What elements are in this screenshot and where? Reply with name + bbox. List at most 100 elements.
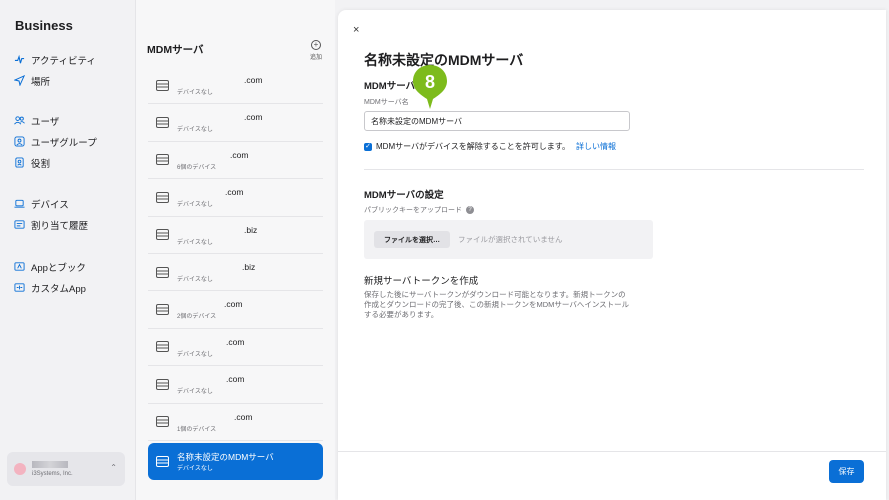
server-icon [156, 304, 169, 316]
server-icon [156, 341, 169, 353]
app-book-icon [14, 261, 25, 272]
list-item[interactable]: .com デバイスなし [148, 104, 323, 142]
list-item[interactable]: .biz デバイスなし [148, 217, 323, 254]
section-settings-title: MDMサーバの設定 [364, 190, 444, 201]
server-device-count: デバイスなし [177, 276, 213, 283]
server-icon [156, 229, 169, 241]
server-device-count: 2個のデバイス [177, 314, 217, 321]
list-item[interactable]: .com 2個のデバイス [148, 291, 323, 329]
server-name: .com [225, 187, 244, 198]
list-item[interactable]: .biz デバイスなし [148, 254, 323, 292]
users-icon [14, 115, 25, 126]
list-item[interactable]: .com 1個のデバイス [148, 404, 323, 441]
role-badge-icon [14, 157, 25, 168]
server-icon [156, 416, 169, 428]
list-item[interactable]: .com デバイスなし [148, 67, 323, 105]
token-title: 新規サーバトークンを作成 [364, 276, 479, 287]
server-device-count: デバイスなし [177, 389, 213, 396]
sidebar-item-label: デバイス [31, 199, 69, 211]
step-marker: 8 [413, 65, 447, 109]
sidebar-item-label: 役割 [31, 158, 51, 170]
server-name: .biz [244, 224, 258, 235]
chevron-updown-icon: ⌃ [110, 463, 117, 472]
sidebar-item-activity[interactable]: アクティビティ [14, 49, 96, 70]
sidebar-item-custom-apps[interactable]: カスタムApp [14, 277, 86, 298]
token-description: 保存した後にサーバトークンがダウンロード可能となります。新規トークンの作成とダウ… [364, 290, 630, 319]
laptop-icon [14, 198, 25, 209]
custom-app-icon [14, 282, 25, 293]
server-icon [156, 79, 169, 91]
sidebar-item-apps-books[interactable]: Appとブック [14, 256, 86, 277]
location-arrow-icon [14, 75, 25, 86]
sidebar-item-label: 場所 [31, 76, 51, 88]
server-icon [156, 455, 169, 467]
sidebar-item-roles[interactable]: 役割 [14, 152, 97, 173]
server-name-input[interactable] [364, 111, 630, 131]
brand-logo[interactable]: Business [14, 18, 73, 33]
server-device-count: デバイスなし [177, 351, 213, 358]
sidebar-item-label: アクティビティ [31, 55, 96, 67]
upload-key-label-text: パブリックキーをアップロード [364, 207, 462, 214]
server-device-count: デバイスなし [177, 202, 213, 209]
server-list: .com デバイスなし .com デバイスなし .com 6個のデバイス .com デバイスな… [148, 67, 323, 480]
server-device-count: 1個のデバイス [177, 426, 217, 433]
history-list-icon [14, 219, 25, 230]
server-icon [156, 117, 169, 129]
list-item[interactable]: .com 6個のデバイス [148, 142, 323, 180]
server-device-count: デバイスなし [177, 90, 213, 96]
sidebar-item-label: 割り当て履歴 [31, 220, 89, 232]
sidebar-item-location[interactable]: 場所 [14, 70, 96, 91]
server-name: .biz [242, 261, 256, 272]
server-name: .com [226, 374, 245, 385]
sidebar-item-label: Appとブック [31, 262, 86, 274]
server-device-count: 6個のデバイス [177, 164, 217, 171]
step-number: 8 [425, 72, 435, 92]
sidebar-item-label: カスタムApp [31, 283, 86, 295]
server-name: .com [234, 411, 253, 422]
learn-more-link[interactable]: 詳しい情報 [576, 141, 616, 152]
account-org: i3Systems, Inc. [32, 471, 73, 477]
sidebar-item-label: ユーザグループ [31, 137, 97, 149]
choose-file-button[interactable]: ファイルを選択… [374, 231, 450, 248]
server-icon [156, 266, 169, 278]
release-devices-option: ✓ MDMサーバがデバイスを解除することを許可します。 詳しい情報 [364, 141, 616, 152]
brand-name: Business [15, 18, 73, 33]
add-server-button[interactable]: + 追加 [310, 40, 322, 61]
mdm-server-list-panel: MDMサーバ + 追加 .com デバイスなし .com デバイスなし .com 6個のデ… [135, 0, 335, 500]
sidebar-item-user-groups[interactable]: ユーザグループ [14, 131, 97, 152]
list-item[interactable]: .com デバイスなし [148, 179, 323, 217]
server-device-count: デバイスなし [177, 239, 213, 246]
nav-group-apps: Appとブック カスタムApp [14, 256, 86, 298]
sidebar-item-label: ユーザ [31, 116, 60, 128]
sidebar-item-users[interactable]: ユーザ [14, 110, 97, 131]
list-item[interactable]: 名称未設定のMDMサーバ デバイスなし [148, 442, 323, 480]
activity-icon [14, 54, 25, 65]
footer-divider [338, 451, 886, 452]
server-icon [156, 191, 169, 203]
account-info: i3Systems, Inc. [32, 461, 73, 477]
help-icon[interactable]: ? [466, 206, 474, 215]
server-name: .com [244, 112, 263, 123]
checkbox-label: MDMサーバがデバイスを解除することを許可します。 [376, 142, 570, 151]
file-upload-area: ファイルを選択… ファイルが選択されていません [364, 220, 653, 259]
list-item[interactable]: .com デバイスなし [148, 329, 323, 367]
server-icon [156, 154, 169, 166]
sidebar-item-assignment-history[interactable]: 割り当て履歴 [14, 214, 88, 235]
allow-release-checkbox[interactable]: ✓ [364, 142, 372, 151]
server-icon [156, 378, 169, 390]
list-item[interactable]: .com デバイスなし [148, 366, 323, 404]
server-name: .com [226, 336, 245, 347]
server-name: .com [230, 149, 249, 160]
account-switcher[interactable]: i3Systems, Inc. ⌃ [7, 452, 125, 486]
plus-circle-icon: + [311, 40, 321, 50]
close-button[interactable]: × [353, 24, 359, 36]
sidebar: Business アクティビティ 場所 ユーザ ユーザグループ 役割 デバイス [0, 0, 135, 500]
no-file-text: ファイルが選択されていません [458, 235, 563, 244]
upload-key-label: パブリックキーをアップロード? [364, 205, 474, 215]
user-group-icon [14, 136, 25, 147]
account-name-redacted [32, 461, 68, 468]
server-device-count: デバイスなし [177, 127, 213, 134]
server-device-count: デバイスなし [177, 465, 213, 472]
save-button[interactable]: 保存 [829, 460, 864, 483]
sidebar-item-devices[interactable]: デバイス [14, 193, 88, 214]
